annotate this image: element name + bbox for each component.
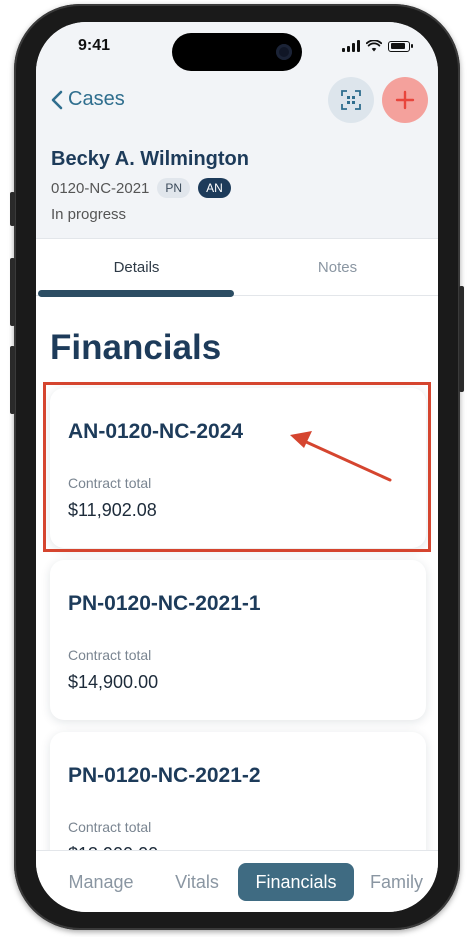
phone-frame: 9:41 Cases Becky A. Wilmington 0120-NC-2… — [10, 4, 464, 930]
action-button — [10, 192, 15, 226]
bottom-nav: Manage Vitals Financials Family — [36, 850, 438, 912]
volume-down-button — [10, 346, 15, 414]
nav-family[interactable]: Family — [370, 863, 438, 901]
app-screen: 9:41 Cases Becky A. Wilmington 0120-NC-2… — [36, 22, 438, 912]
volume-up-button — [10, 258, 15, 326]
annotation-arrow-icon — [290, 431, 392, 482]
nav-manage[interactable]: Manage — [56, 863, 146, 901]
power-button — [459, 286, 464, 392]
nav-financials[interactable]: Financials — [238, 863, 354, 901]
nav-vitals[interactable]: Vitals — [160, 863, 234, 901]
